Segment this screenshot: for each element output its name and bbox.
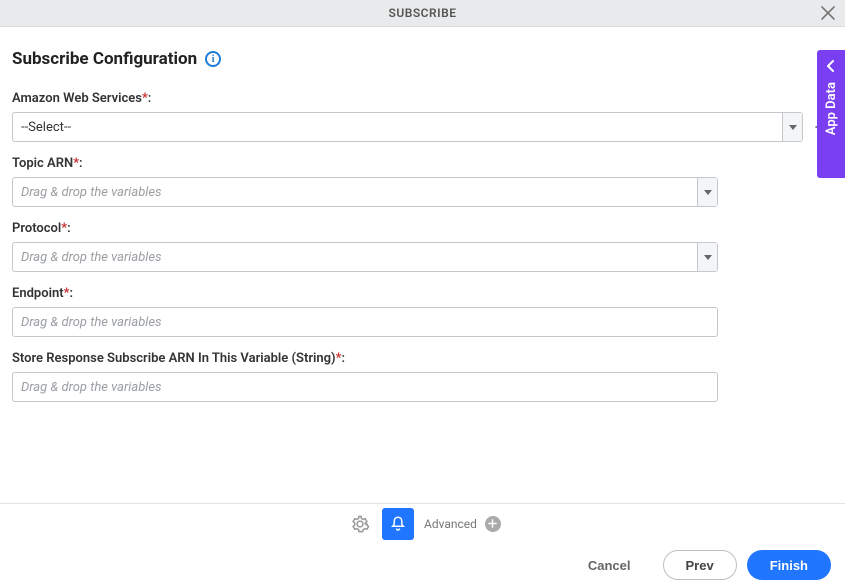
required-marker: * (64, 286, 70, 301)
gear-icon (350, 514, 370, 534)
field-aws: Amazon Web Services*: --Select-- (12, 91, 833, 142)
advanced-add-button[interactable] (485, 516, 501, 532)
field-label-aws-text: Amazon Web Services (12, 91, 142, 106)
field-store-response: Store Response Subscribe ARN In This Var… (12, 351, 833, 402)
advanced-label: Advanced (424, 517, 477, 531)
protocol-placeholder: Drag & drop the variables (21, 250, 162, 265)
required-marker: * (336, 351, 342, 366)
field-protocol: Protocol*: Drag & drop the variables (12, 221, 833, 272)
close-button[interactable] (819, 4, 837, 22)
page-title: Subscribe Configuration (12, 49, 197, 69)
close-icon (821, 6, 835, 20)
field-label-endpoint: Endpoint*: (12, 286, 833, 301)
chevron-down-icon (704, 255, 712, 260)
info-button[interactable]: i (205, 51, 221, 67)
settings-step-button[interactable] (344, 508, 376, 540)
topic-arn-select[interactable]: Drag & drop the variables (12, 177, 718, 207)
endpoint-placeholder: Drag & drop the variables (21, 315, 162, 330)
field-label-store-response-text: Store Response Subscribe ARN In This Var… (12, 351, 336, 366)
page-title-row: Subscribe Configuration i (12, 49, 833, 69)
field-label-topic-arn-text: Topic ARN (12, 156, 73, 171)
finish-button[interactable]: Finish (747, 550, 831, 580)
field-label-endpoint-text: Endpoint (12, 286, 64, 301)
app-data-panel-toggle[interactable]: App Data (817, 50, 845, 178)
dialog-footer: Cancel Prev Finish (0, 543, 845, 587)
required-marker: * (73, 156, 79, 171)
field-label-aws: Amazon Web Services*: (12, 91, 833, 106)
field-label-store-response: Store Response Subscribe ARN In This Var… (12, 351, 833, 366)
aws-select-value: --Select-- (21, 120, 71, 135)
bell-icon (389, 515, 407, 533)
chevron-left-icon (826, 60, 836, 72)
step-toolbar: Advanced (0, 503, 845, 543)
protocol-caret-box (697, 243, 717, 271)
field-label-protocol: Protocol*: (12, 221, 833, 236)
protocol-select[interactable]: Drag & drop the variables (12, 242, 718, 272)
notification-step-button[interactable] (382, 508, 414, 540)
aws-select-caret-box (782, 113, 802, 141)
field-label-protocol-text: Protocol (12, 221, 61, 236)
dialog-title: SUBSCRIBE (389, 6, 457, 20)
chevron-down-icon (789, 125, 797, 130)
endpoint-input[interactable]: Drag & drop the variables (12, 307, 718, 337)
topic-arn-placeholder: Drag & drop the variables (21, 185, 162, 200)
store-response-placeholder: Drag & drop the variables (21, 380, 162, 395)
field-label-topic-arn: Topic ARN*: (12, 156, 833, 171)
content-area: Subscribe Configuration i Amazon Web Ser… (0, 27, 845, 402)
chevron-down-icon (704, 190, 712, 195)
required-marker: * (61, 221, 67, 236)
field-endpoint: Endpoint*: Drag & drop the variables (12, 286, 833, 337)
plus-circle-icon (488, 519, 497, 528)
store-response-input[interactable]: Drag & drop the variables (12, 372, 718, 402)
app-data-label: App Data (824, 82, 839, 135)
prev-button[interactable]: Prev (663, 550, 737, 580)
field-topic-arn: Topic ARN*: Drag & drop the variables (12, 156, 833, 207)
cancel-button[interactable]: Cancel (566, 550, 653, 580)
dialog-header: SUBSCRIBE (0, 0, 845, 27)
aws-select[interactable]: --Select-- (12, 112, 803, 142)
topic-arn-caret-box (697, 178, 717, 206)
info-icon: i (212, 54, 215, 65)
required-marker: * (142, 91, 148, 106)
